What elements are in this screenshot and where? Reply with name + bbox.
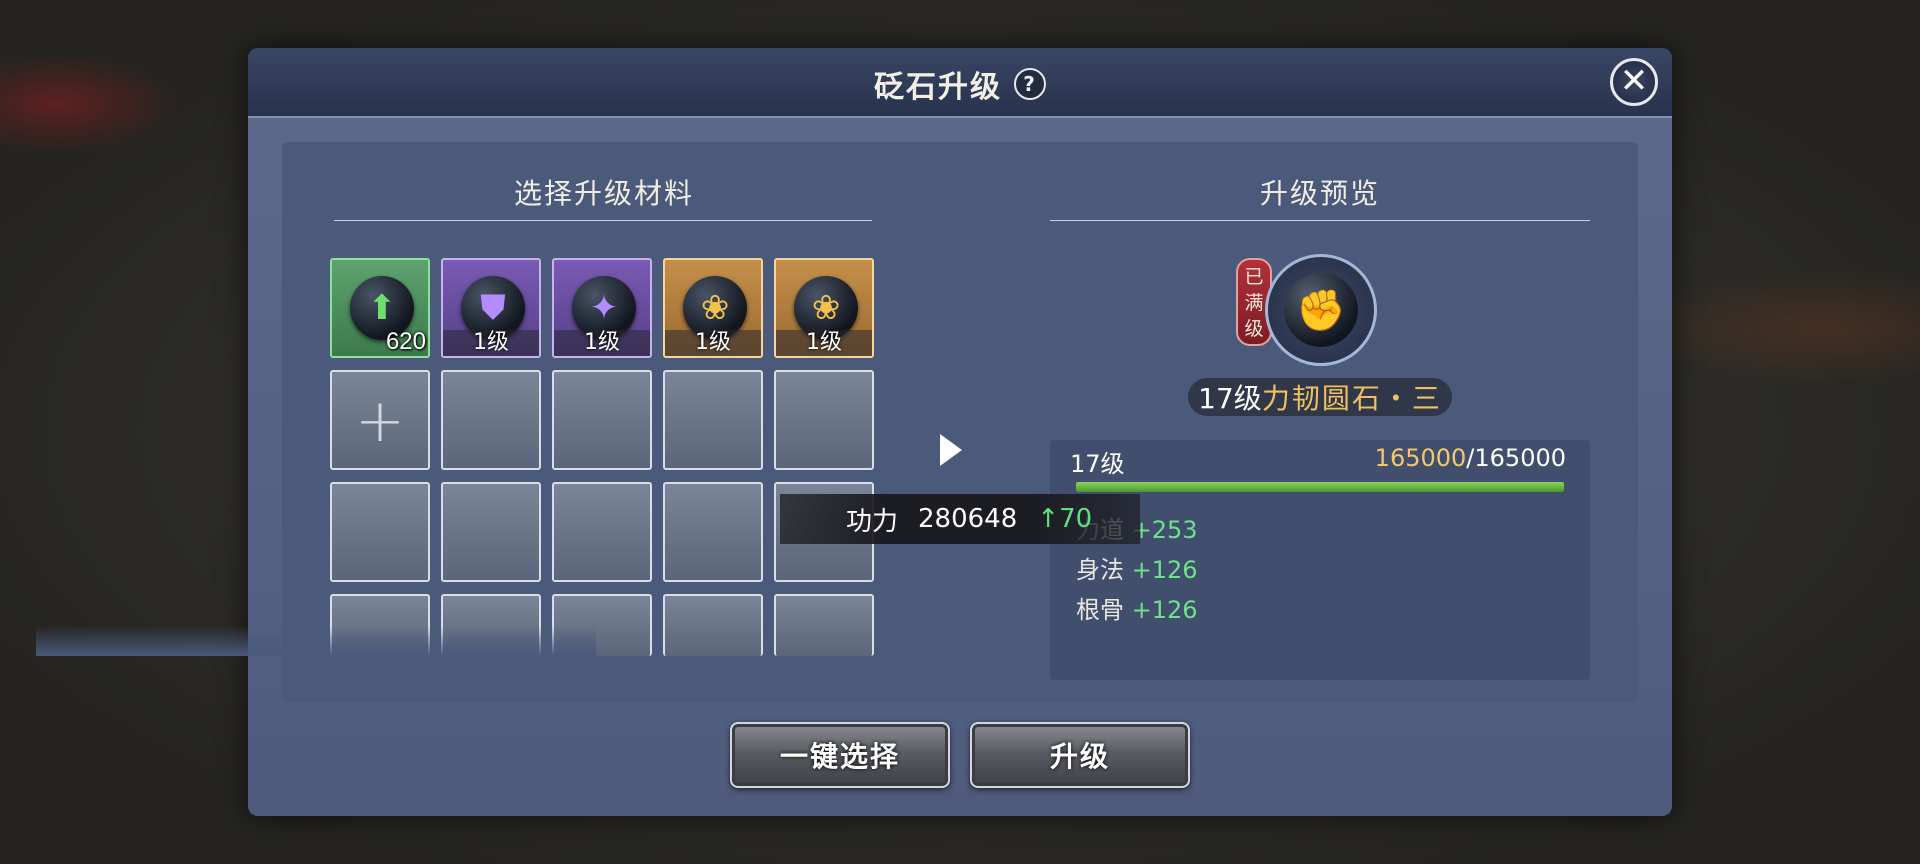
empty-material-slot[interactable] xyxy=(441,370,541,470)
dialog-titlebar: 砭石升级 ? ✕ xyxy=(248,48,1672,118)
power-label: 功力 xyxy=(846,506,899,537)
empty-material-slot[interactable] xyxy=(663,594,763,656)
exp-progress-bar xyxy=(1076,482,1564,492)
close-icon[interactable]: ✕ xyxy=(1610,58,1658,106)
empty-material-slot[interactable] xyxy=(330,482,430,582)
slot-count: 620 xyxy=(385,328,426,355)
material-slot[interactable]: ⛊ 1级 xyxy=(441,258,541,358)
power-value: 280648 xyxy=(918,504,1018,534)
stat-value: +126 xyxy=(1131,556,1198,584)
help-icon[interactable]: ? xyxy=(1014,68,1046,100)
exp-readout: 165000/165000 xyxy=(1375,444,1566,472)
stat-label: 身法 xyxy=(1076,556,1124,584)
stat-value: +126 xyxy=(1131,596,1198,624)
power-tooltip: 功力 280648 ↑70 xyxy=(780,494,1140,544)
dialog-title: 砭石升级 xyxy=(874,70,1002,105)
dialog-title-row: 砭石升级 ? xyxy=(248,62,1672,106)
exp-max: /165000 xyxy=(1466,444,1566,472)
arrow-right-icon xyxy=(940,434,962,466)
stat-level: 17级 xyxy=(1070,450,1125,478)
empty-material-slot[interactable] xyxy=(552,482,652,582)
stat-row: 身法 +126 xyxy=(1076,550,1198,585)
materials-section-title: 选择升级材料 xyxy=(513,177,694,210)
preview-divider xyxy=(1050,220,1590,221)
preview-gem-slot[interactable]: ✊ xyxy=(1265,254,1377,366)
grid-fade xyxy=(36,626,596,656)
stat-box: 17级 165000/165000 力道 +253身法 +126根骨 +126 xyxy=(1050,440,1590,680)
gem-level: 17级 xyxy=(1198,382,1262,415)
empty-material-slot[interactable] xyxy=(552,370,652,470)
empty-material-slot[interactable] xyxy=(774,594,874,656)
material-slot[interactable]: ❀ 1级 xyxy=(774,258,874,358)
stat-value: +253 xyxy=(1131,516,1198,544)
slot-level: 1级 xyxy=(554,330,650,356)
fist-gem-icon: ✊ xyxy=(1284,273,1358,347)
slot-level: 1级 xyxy=(443,330,539,356)
plus-icon: + xyxy=(354,386,406,456)
gem-name: 力韧圆石・三 xyxy=(1261,382,1442,415)
empty-material-slot[interactable] xyxy=(663,370,763,470)
exp-current: 165000 xyxy=(1374,444,1467,472)
stat-label: 根骨 xyxy=(1076,596,1124,624)
slot-level: 1级 xyxy=(665,330,761,356)
material-slot[interactable]: ⬆ 620 xyxy=(330,258,430,358)
material-slot[interactable]: ✦ 1级 xyxy=(552,258,652,358)
auto-select-button[interactable]: 一键选择 xyxy=(730,722,950,788)
empty-material-slot[interactable] xyxy=(663,482,763,582)
stat-row: 根骨 +126 xyxy=(1076,590,1198,625)
preview-section-title: 升级预览 xyxy=(1259,177,1380,210)
gem-name-bar: 17级 力韧圆石・三 xyxy=(1188,378,1452,416)
maxed-tag-text: 已满级 xyxy=(1244,266,1264,340)
materials-divider xyxy=(334,220,872,221)
material-slot[interactable]: ❀ 1级 xyxy=(663,258,763,358)
exp-progress-fill xyxy=(1076,482,1564,492)
empty-material-slot[interactable] xyxy=(774,370,874,470)
slot-level: 1级 xyxy=(776,330,872,356)
upgrade-button[interactable]: 升级 xyxy=(970,722,1190,788)
empty-material-slot[interactable] xyxy=(441,482,541,582)
power-delta: ↑70 xyxy=(1037,504,1093,534)
add-material-slot[interactable]: + xyxy=(330,370,430,470)
